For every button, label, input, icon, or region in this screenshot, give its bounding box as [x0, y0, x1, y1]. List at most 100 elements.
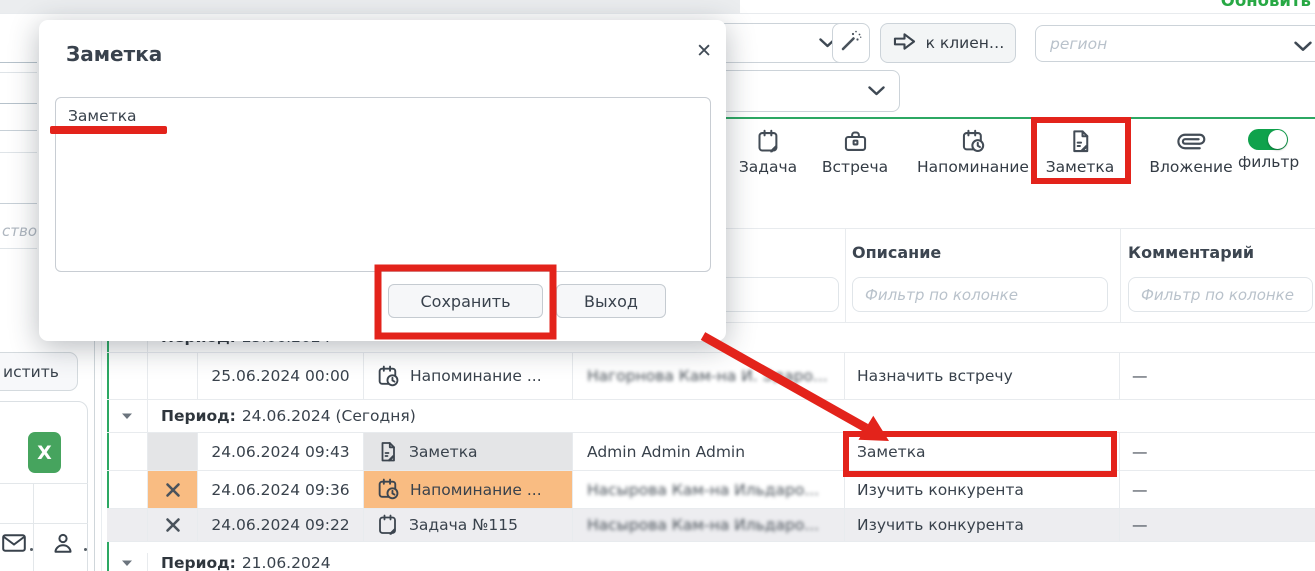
meeting-icon [817, 124, 893, 155]
cancel-x-icon [165, 517, 181, 533]
menu-dot [30, 548, 33, 551]
region-chevron-down-icon[interactable] [1294, 37, 1312, 56]
action-note[interactable]: Заметка [1040, 124, 1120, 176]
exit-button[interactable]: Выход [556, 284, 666, 318]
comment-cell: — [1120, 509, 1315, 541]
table-row[interactable]: 24.06.2024 09:36 Напоминание ... Насыров… [107, 471, 1315, 509]
filter-input-comment[interactable] [1128, 277, 1313, 312]
column-header-desc: Описание [852, 243, 941, 262]
menu-dot [84, 548, 87, 551]
cancel-x-icon [165, 482, 181, 498]
left-fragment-line [0, 103, 37, 104]
column-border [1120, 228, 1121, 323]
note-textarea[interactable]: Заметка [55, 97, 711, 272]
desc-cell: Назначить встречу [845, 353, 1120, 399]
chevron-down-icon [868, 86, 885, 96]
type-cell: Напоминание ... [364, 471, 573, 508]
date-cell: 25.06.2024 00:00 [198, 353, 364, 399]
magic-wand-icon [839, 29, 863, 57]
action-task[interactable]: Задача [733, 124, 803, 176]
client-name: Admin Admin Admin [573, 433, 845, 470]
comment-cell: — [1120, 433, 1315, 470]
desc-cell: Заметка [845, 433, 1120, 470]
cancel-cell[interactable] [148, 471, 198, 508]
left-fragment-line [0, 130, 37, 131]
modal-title: Заметка [66, 42, 162, 66]
comment-cell: — [1120, 471, 1315, 508]
reminder-icon [376, 364, 401, 389]
filter-input-desc[interactable] [852, 277, 1108, 312]
date-cell: 24.06.2024 09:22 [198, 509, 364, 541]
top-divider [0, 13, 1315, 14]
left-fragment-line [0, 72, 37, 73]
type-cell: Задача №115 [364, 509, 573, 541]
period-label: Период: [161, 554, 236, 571]
task-icon [733, 124, 803, 155]
clear-button-label: истить [3, 363, 59, 381]
filter-toggle-switch[interactable] [1248, 129, 1288, 150]
cancel-cell [148, 433, 198, 470]
client-name: Насырова Кам-на Ильдаро... [587, 516, 819, 534]
clear-button[interactable]: истить [0, 352, 78, 391]
period-row[interactable]: Период: 24.06.2024 (Сегодня) [107, 400, 1315, 433]
client-name: Нагорнова Кам-на И. Эдаро... [587, 367, 828, 385]
panel-grid-line [33, 483, 34, 571]
left-fragment-line [0, 248, 37, 249]
to-client-button[interactable]: к клиен… [880, 23, 1016, 63]
email-icon[interactable] [2, 534, 26, 556]
region-input[interactable] [1035, 25, 1315, 62]
date-cell: 24.06.2024 09:43 [198, 433, 364, 470]
toggle-knob [1268, 130, 1287, 149]
app-screen: Обновить ство к клиен… [0, 0, 1315, 571]
triangle-down-icon [121, 412, 133, 420]
period-value: 24.06.2024 (Сегодня) [242, 407, 416, 425]
desc-cell: Изучить конкурента [845, 509, 1120, 541]
attachment-icon [1147, 124, 1235, 155]
row-gutter [107, 433, 148, 470]
period-row[interactable]: Период: 21.06.2024 [107, 553, 1315, 571]
type-cell: Заметка [364, 433, 573, 470]
table-row[interactable]: 24.06.2024 09:22 Задача №115 Насырова Ка… [107, 509, 1315, 542]
column-header-comment: Комментарий [1128, 243, 1254, 262]
table-row[interactable]: 24.06.2024 09:43 Заметка Admin Admin Adm… [107, 433, 1315, 471]
save-button[interactable]: Сохранить [388, 284, 543, 318]
row-gutter [107, 353, 148, 399]
collapse-toggle[interactable] [107, 553, 148, 571]
collapse-toggle[interactable] [107, 400, 148, 432]
task-icon [376, 513, 400, 537]
panel-grid-line [0, 523, 88, 524]
close-icon[interactable]: ✕ [696, 40, 712, 62]
type-cell: Напоминание ... [364, 353, 573, 399]
to-client-label: к клиен… [926, 34, 1005, 52]
reminder-icon [915, 124, 1031, 155]
date-cell: 24.06.2024 09:36 [198, 471, 364, 508]
cancel-cell[interactable] [148, 509, 198, 541]
note-modal: Заметка ✕ Заметка Сохранить Выход [39, 20, 726, 341]
left-text-fragment: ство [2, 222, 37, 240]
triangle-down-icon [121, 559, 133, 567]
top-band [0, 0, 740, 13]
left-fragment-line [0, 62, 37, 63]
table-row[interactable]: 25.06.2024 00:00 Напоминание ... Нагорно… [107, 353, 1315, 400]
magic-wand-button[interactable] [832, 23, 870, 63]
cancel-cell [148, 353, 198, 399]
action-reminder[interactable]: Напоминание [915, 124, 1031, 176]
arrow-right-icon [892, 31, 917, 56]
reminder-icon [376, 477, 401, 502]
action-filter-toggle[interactable]: фильтр [1238, 124, 1298, 171]
action-meeting[interactable]: Встреча [817, 124, 893, 176]
action-attachment[interactable]: Вложение [1147, 124, 1235, 176]
client-name: Насырова Кам-на Ильдаро... [587, 481, 819, 499]
left-fragment-line [0, 152, 37, 153]
note-icon [376, 440, 400, 464]
excel-export-button[interactable]: X [28, 432, 61, 473]
refresh-link[interactable]: Обновить [1221, 0, 1311, 10]
person-icon[interactable] [52, 532, 74, 558]
panel-grid-line [0, 483, 88, 484]
period-value: 21.06.2024 [242, 554, 331, 571]
note-icon [1040, 124, 1120, 155]
row-gutter [107, 471, 148, 508]
left-fragment-line [0, 203, 37, 204]
desc-cell: Изучить конкурента [845, 471, 1120, 508]
period-label: Период: [161, 407, 236, 425]
